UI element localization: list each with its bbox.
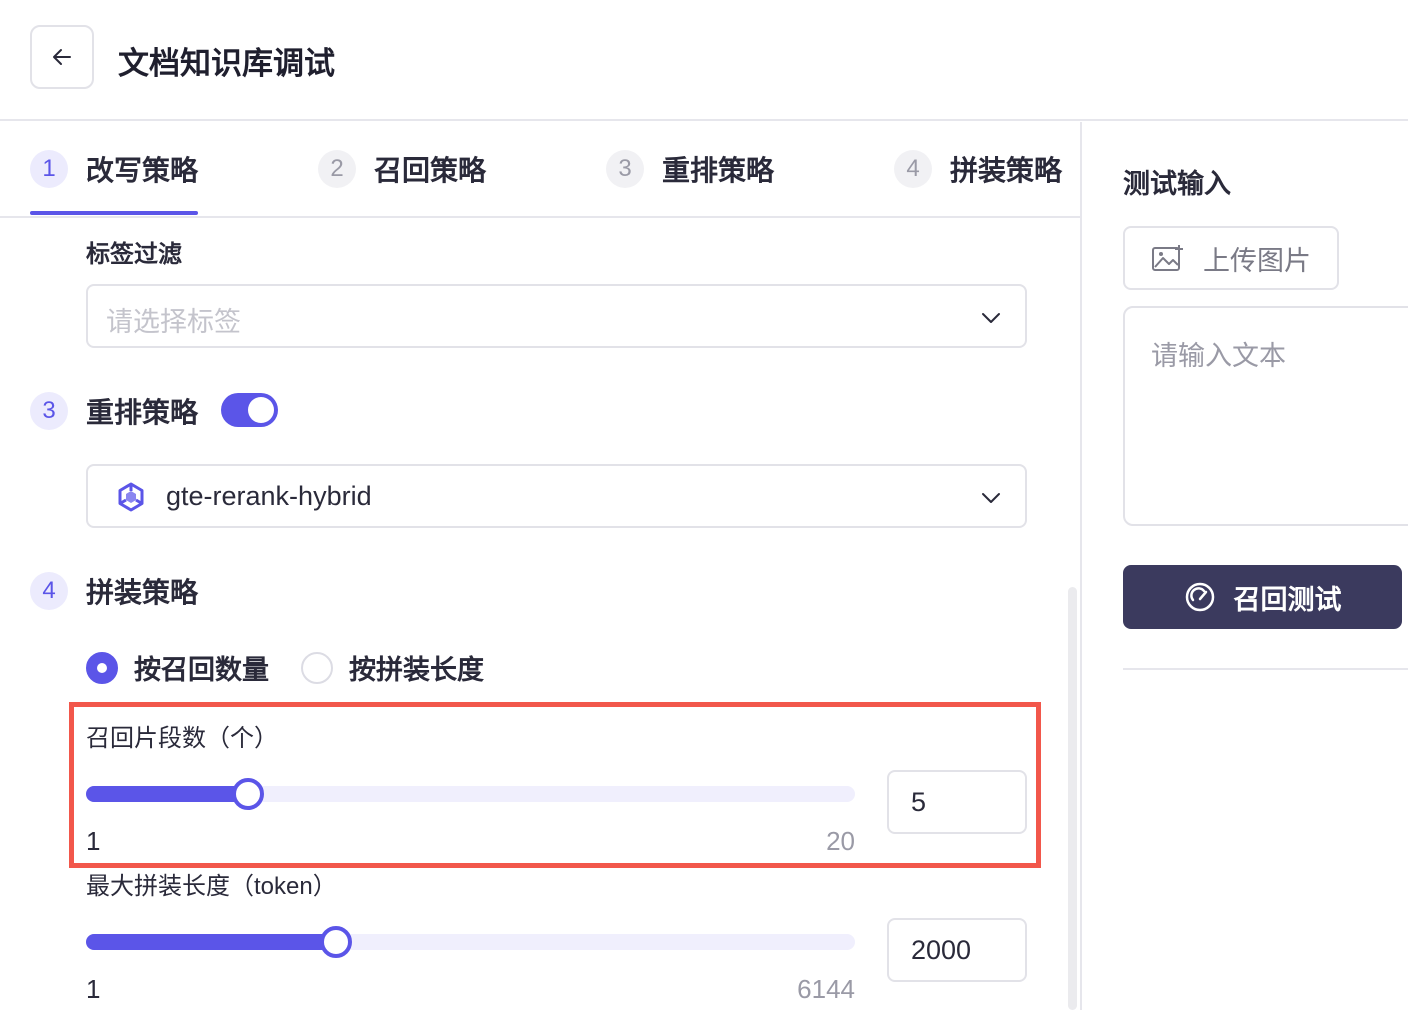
- tab-number: 3: [606, 150, 644, 188]
- toggle-knob: [248, 397, 274, 423]
- chevron-down-icon: [982, 313, 1000, 323]
- tab-number: 2: [318, 150, 356, 188]
- assembly-mode-radio-group: 按召回数量 按拼装长度: [86, 648, 516, 687]
- page-title: 文档知识库调试: [118, 46, 335, 81]
- tab-label: 改写策略: [86, 155, 199, 186]
- test-input-title: 测试输入: [1123, 169, 1231, 199]
- active-tab-indicator: [30, 211, 198, 215]
- tab-number: 1: [30, 150, 68, 188]
- tab-label: 拼装策略: [950, 155, 1063, 186]
- rerank-model-value: gte-rerank-hybrid: [166, 481, 372, 511]
- tab-number: 4: [894, 150, 932, 188]
- strategy-tabs: 1 改写策略 2 召回策略 3 重排策略 4 拼装策略: [0, 122, 1080, 218]
- rerank-model-select[interactable]: gte-rerank-hybrid: [86, 464, 1027, 528]
- highlight-annotation: [69, 702, 1041, 868]
- upload-image-label: 上传图片: [1203, 245, 1311, 276]
- max-length-slider[interactable]: [86, 926, 855, 958]
- text-input-placeholder: 请输入文本: [1151, 341, 1286, 371]
- scrollbar-thumb[interactable]: [1068, 587, 1077, 1010]
- slider-max-label: 6144: [797, 974, 855, 1004]
- tag-select[interactable]: 请选择标签: [86, 284, 1027, 348]
- tab-rewrite-strategy[interactable]: 1 改写策略: [30, 149, 198, 189]
- radio-label[interactable]: 按召回数量: [134, 648, 269, 687]
- section-number: 4: [30, 572, 68, 610]
- assembly-section-header: 4 拼装策略: [30, 571, 198, 611]
- strategy-config-panel: 1 改写策略 2 召回策略 3 重排策略 4 拼装策略 标签过滤 请选择标签 3…: [0, 122, 1080, 1010]
- section-title: 拼装策略: [86, 577, 199, 608]
- tag-filter-label: 标签过滤: [86, 241, 182, 268]
- page-header: 文档知识库调试: [0, 0, 1408, 121]
- image-upload-icon: [1152, 245, 1183, 271]
- max-length-input[interactable]: 2000: [887, 918, 1027, 982]
- section-number: 3: [30, 392, 68, 430]
- tab-label: 重排策略: [662, 155, 775, 186]
- rerank-toggle[interactable]: [221, 393, 278, 427]
- tab-rerank-strategy[interactable]: 3 重排策略: [606, 149, 774, 189]
- divider: [1123, 668, 1408, 670]
- chevron-down-icon: [982, 493, 1000, 503]
- arrow-left-icon: [53, 49, 71, 65]
- slider-fill: [86, 934, 336, 950]
- slider-handle[interactable]: [320, 926, 352, 958]
- recall-test-label: 召回测试: [1233, 584, 1342, 615]
- qwen-logo-icon: [118, 482, 144, 512]
- radio-by-recall-count[interactable]: [86, 651, 118, 684]
- test-text-input[interactable]: 请输入文本: [1123, 306, 1408, 526]
- radio-by-assembly-length[interactable]: [301, 651, 333, 684]
- tab-recall-strategy[interactable]: 2 召回策略: [318, 149, 486, 189]
- rerank-section-header: 3 重排策略: [30, 391, 198, 431]
- upload-image-button[interactable]: 上传图片: [1123, 226, 1339, 290]
- tab-label: 召回策略: [374, 155, 487, 186]
- tab-assembly-strategy[interactable]: 4 拼装策略: [894, 149, 1062, 189]
- tag-select-placeholder: 请选择标签: [106, 307, 241, 337]
- slider-min-label: 1: [86, 974, 101, 1004]
- test-input-panel: 测试输入 上传图片 请输入文本 召回测试: [1080, 122, 1408, 1010]
- recall-test-button[interactable]: 召回测试: [1123, 565, 1402, 629]
- radio-label[interactable]: 按拼装长度: [349, 648, 484, 687]
- section-title: 重排策略: [86, 397, 199, 428]
- speedometer-icon: [1185, 582, 1214, 612]
- back-button[interactable]: [30, 25, 94, 89]
- max-length-label: 最大拼装长度（token）: [86, 873, 337, 900]
